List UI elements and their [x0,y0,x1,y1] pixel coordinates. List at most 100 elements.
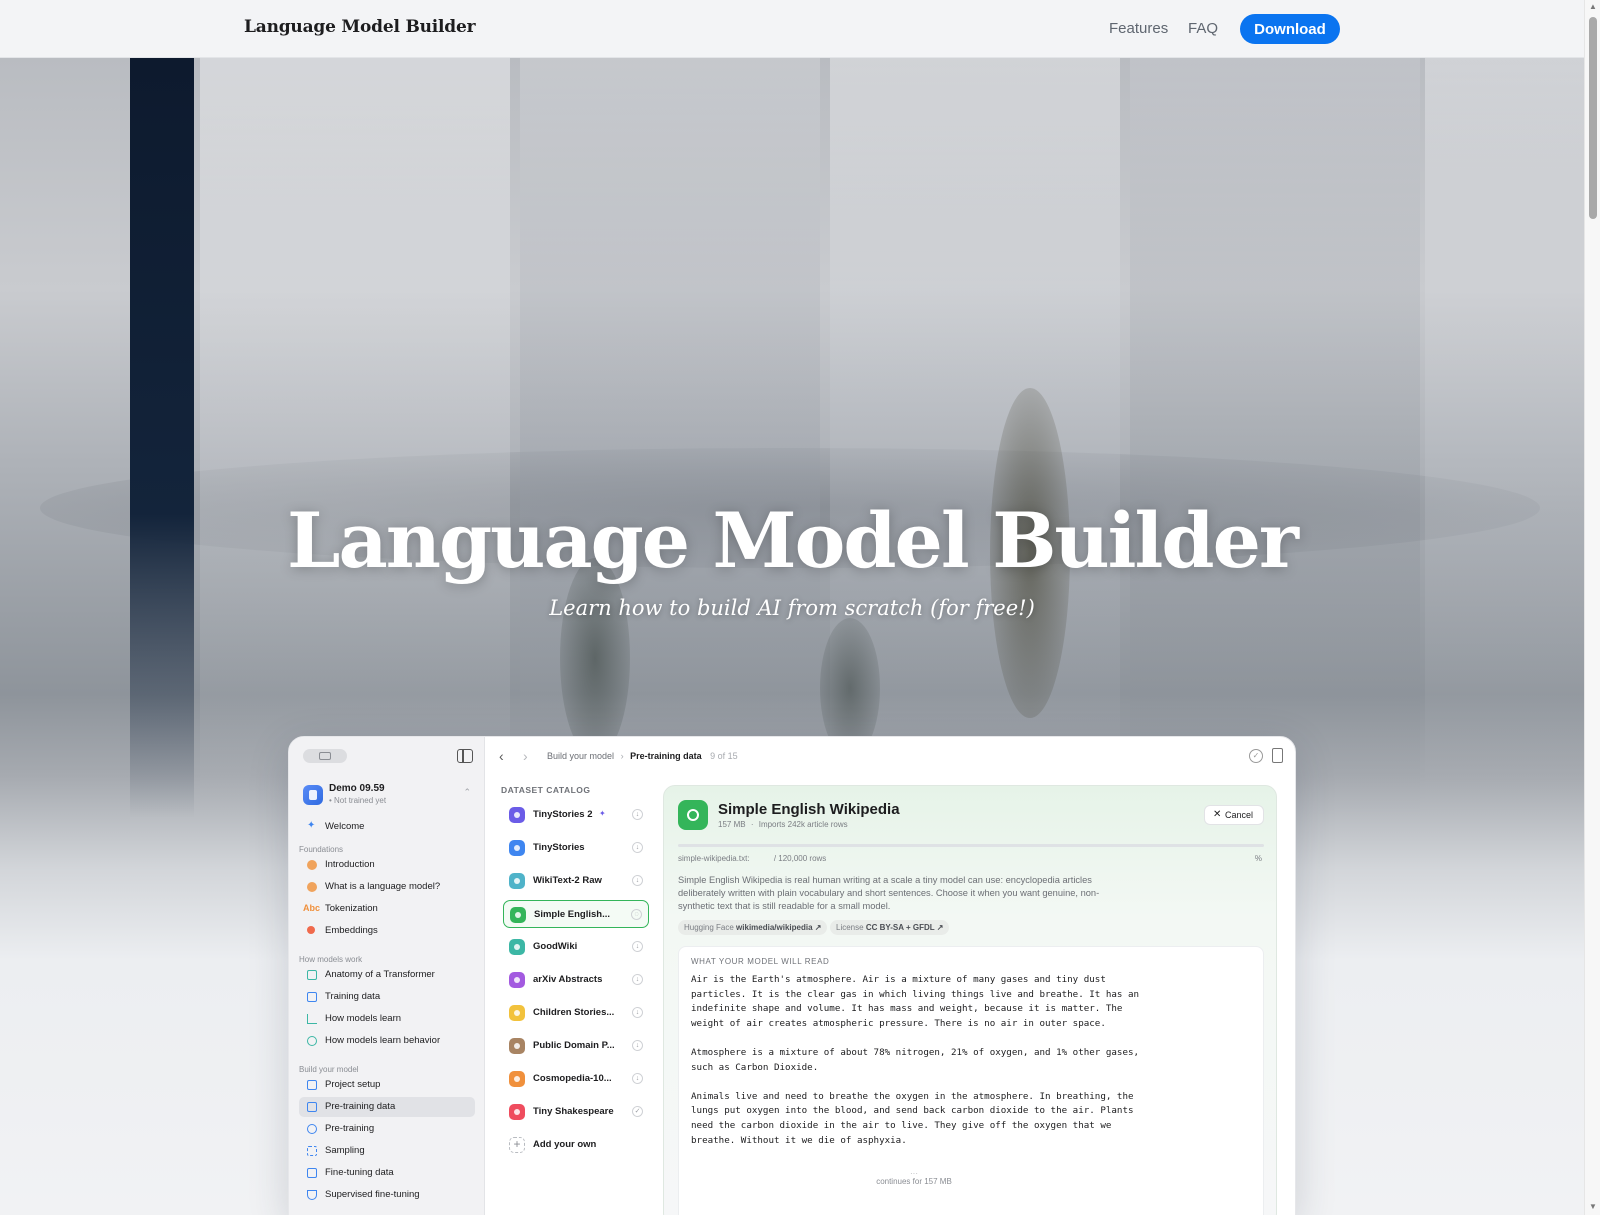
dataset-item[interactable]: Cosmopedia-10... ↓ [503,1065,649,1093]
spinner-icon[interactable]: ◌ [631,909,642,920]
add-dataset-label: Add your own [533,1139,597,1150]
sidebar-item-label: How models learn [325,1013,402,1024]
nav-features-link[interactable]: Features [1109,20,1168,37]
sidebar-item-label: Introduction [325,859,375,870]
dataset-title: Simple English Wikipedia [718,801,900,818]
sidebar-item-label: Pre-training [325,1123,375,1134]
download-icon[interactable]: ↓ [632,1007,643,1018]
sidebar-item-anatomy-of-a-transformer[interactable]: Anatomy of a Transformer [299,965,475,985]
hero-background-shape [560,558,630,758]
site-brand[interactable]: Language Model Builder [244,17,476,37]
page-scrollbar[interactable]: ▲ ▼ [1584,0,1600,1215]
dataset-item[interactable]: TinyStories 2 ✦ ↓ [503,801,649,829]
sidebar-item-pre-training[interactable]: Pre-training [299,1119,475,1139]
dataset-item-label: Simple English... [534,909,611,920]
download-icon[interactable]: ↓ [632,1040,643,1051]
hero-title: Language Model Builder [287,496,1299,585]
sidebar-item-how-models-learn-behavior[interactable]: How models learn behavior [299,1031,475,1051]
globe-icon [509,873,525,889]
dataset-item[interactable]: Tiny Shakespeare ✓ [503,1098,649,1126]
sidebar-item-how-models-learn[interactable]: How models learn [299,1009,475,1029]
scroll-up-arrow-icon[interactable]: ▲ [1589,2,1597,11]
sidebar-toggle-icon[interactable] [457,749,473,763]
sidebar-item-training-data[interactable]: Training data [299,987,475,1007]
dataset-detail-panel: Simple English Wikipedia 157 MB · Import… [663,785,1277,1215]
hero-subtitle: Learn how to build AI from scratch (for … [549,596,1035,620]
top-navigation: Language Model Builder Features FAQ Down… [0,0,1584,58]
globe-icon [509,939,525,955]
progress-rows: / 120,000 rows [773,854,827,863]
meta-separator: · [750,820,754,829]
download-icon[interactable]: ↓ [632,941,643,952]
sidebar-item-label: How models learn behavior [325,1035,441,1046]
sidebar-item-label: Tokenization [325,903,378,914]
notes-icon[interactable] [1272,748,1283,763]
sidebar-item-label: Anatomy of a Transformer [325,969,435,980]
checkmark-circle-icon[interactable]: ✓ [1249,749,1263,763]
abc-icon: Abc [303,903,321,913]
sidebar-section-heading: Build your model [299,1065,359,1074]
nav-faq-link[interactable]: FAQ [1188,20,1218,37]
scatter-icon [307,926,315,934]
dataset-item[interactable]: Public Domain P... ↓ [503,1032,649,1060]
hero-background-shape [1130,58,1420,818]
license-tag[interactable]: License CC BY-SA + GFDL ↗ [830,920,950,935]
scroll-down-arrow-icon[interactable]: ▼ [1589,1202,1597,1211]
checkmark-icon[interactable]: ✓ [632,1106,643,1117]
project-switcher[interactable]: Demo 09.59 • Not trained yet ⌃ [303,783,475,813]
sidebar-item-supervised-fine-tuning[interactable]: Supervised fine-tuning [299,1185,475,1205]
cancel-button[interactable]: ✕ Cancel [1203,805,1264,825]
continues-label: continues for 157 MB [876,1177,952,1186]
sidebar-item-tokenization[interactable]: Abc Tokenization [299,899,475,919]
dataset-description: Simple English Wikipedia is real human w… [678,875,1100,911]
step-indicator: 9 of 15 [710,751,738,761]
breadcrumb-parent[interactable]: Build your model [547,751,614,761]
brain-icon [307,1036,317,1046]
scrollbar-thumb[interactable] [1589,17,1597,219]
window-icon [319,752,331,760]
sidebar-item-sampling[interactable]: Sampling [299,1141,475,1161]
quote-icon [509,1038,525,1054]
dataset-item-label: Public Domain P... [533,1040,615,1051]
project-name: Demo 09.59 [329,783,385,794]
sidebar-item-label: Embeddings [325,925,378,936]
forward-chevron-icon[interactable]: › [523,748,528,764]
sidebar-item-label: Pre-training data [325,1101,396,1112]
dataset-item[interactable]: GoodWiki ↓ [503,933,649,961]
dataset-item[interactable]: TinyStories ↓ [503,834,649,862]
app-main-content: ‹ › Build your model › Pre-training data… [485,737,1295,1215]
sidebar-item-fine-tuning-data[interactable]: Fine-tuning data [299,1163,475,1183]
project-cube-icon [303,785,323,805]
moon-icon [509,807,525,823]
hero-background-shape [130,58,194,818]
app-sidebar: Demo 09.59 • Not trained yet ⌃ ✦ Welcome… [289,737,485,1215]
download-icon[interactable]: ↓ [632,1073,643,1084]
window-controls[interactable] [303,749,347,763]
dataset-item-label: Tiny Shakespeare [533,1106,614,1117]
download-icon[interactable]: ↓ [632,809,643,820]
cap-icon [509,1071,525,1087]
download-icon[interactable]: ↓ [632,842,643,853]
dataset-item[interactable]: WikiText-2 Raw ↓ [503,867,649,895]
huggingface-tag[interactable]: Hugging Face wikimedia/wikipedia ↗ [678,920,828,935]
sidebar-item-welcome[interactable]: ✦ Welcome [299,817,475,837]
document-icon [307,1168,317,1178]
add-dataset-button[interactable]: + Add your own [503,1131,649,1159]
sidebar-item-pre-training-data[interactable]: Pre-training data [299,1097,475,1117]
dataset-item-label: TinyStories 2 [533,809,593,820]
sidebar-item-project-setup[interactable]: Project setup [299,1075,475,1095]
dataset-item[interactable]: arXiv Abstracts ↓ [503,966,649,994]
back-chevron-icon[interactable]: ‹ [499,748,504,764]
sidebar-item-introduction[interactable]: Introduction [299,855,475,875]
download-icon[interactable]: ↓ [632,974,643,985]
breadcrumb-current: Pre-training data [630,751,702,761]
sidebar-item-embeddings[interactable]: Embeddings [299,921,475,941]
sidebar-item-what-is-a-language-model[interactable]: What is a language model? [299,877,475,897]
download-button[interactable]: Download [1240,14,1340,44]
dataset-item[interactable]: Simple English... ◌ [503,900,649,928]
dataset-item[interactable]: Children Stories... ↓ [503,999,649,1027]
download-icon[interactable]: ↓ [632,875,643,886]
sidebar-item-label: What is a language model? [325,881,441,892]
layers-icon [307,970,317,980]
dataset-item-label: TinyStories [533,842,585,853]
